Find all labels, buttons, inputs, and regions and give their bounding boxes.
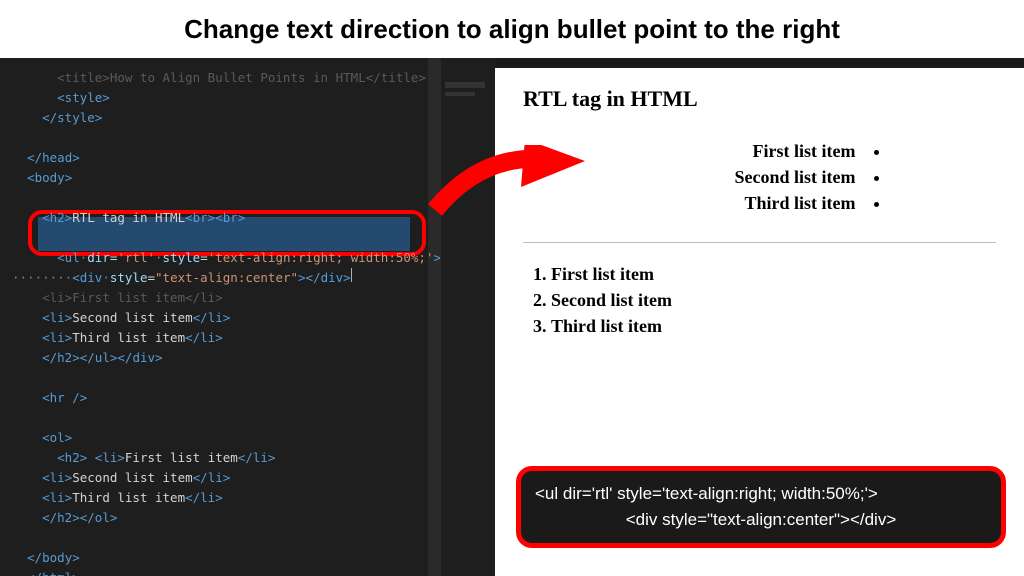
code-line: </h2></ul></div> [12, 348, 440, 368]
list-item: Third list item [625, 190, 862, 216]
code-line: <li>Third list item</li> [12, 328, 440, 348]
preview-heading: RTL tag in HTML [523, 86, 996, 112]
code-line: <li>First list item</li> [12, 288, 440, 308]
rtl-bullet-list: First list item Second list item Third l… [625, 138, 862, 216]
code-line: </html> [12, 568, 440, 576]
list-item: First list item [625, 138, 862, 164]
code-line-highlight-1: <ul·dir='rtl'·style='text-align:right; w… [12, 248, 440, 268]
list-item: Second list item [625, 164, 862, 190]
callout-line-1: <ul dir='rtl' style='text-align:right; w… [535, 481, 987, 507]
code-line [12, 408, 440, 428]
editor-minimap[interactable] [440, 58, 495, 576]
callout-line-2: <div style="text-align:center"></div> [535, 507, 987, 533]
list-item: Second list item [551, 287, 996, 313]
code-line: <h2>RTL tag in HTML<br><br> [12, 208, 440, 228]
code-line: <li>Third list item</li> [12, 488, 440, 508]
list-item: First list item [551, 261, 996, 287]
code-content: <title>How to Align Bullet Points in HTM… [12, 68, 440, 576]
code-line: <ol> [12, 428, 440, 448]
code-line: </body> [12, 548, 440, 568]
code-callout-box: <ul dir='rtl' style='text-align:right; w… [516, 466, 1006, 548]
code-line [12, 228, 440, 248]
minimap-hint [445, 92, 475, 96]
minimap-hint [445, 82, 485, 88]
code-line [12, 188, 440, 208]
code-line-highlight-2: ········<div·style="text-align:center"><… [12, 268, 440, 288]
code-line: <hr /> [12, 388, 440, 408]
list-item: Third list item [551, 313, 996, 339]
code-line: <li>Second list item</li> [12, 468, 440, 488]
preview-topbar [495, 58, 1024, 68]
code-line [12, 528, 440, 548]
code-line: <title>How to Align Bullet Points in HTM… [12, 68, 440, 88]
ordered-list: First list item Second list item Third l… [551, 261, 996, 339]
code-line: </head> [12, 148, 440, 168]
code-line: <style> [12, 88, 440, 108]
code-line [12, 128, 440, 148]
horizontal-rule [523, 242, 996, 243]
code-line: <body> [12, 168, 440, 188]
code-line: <li>Second list item</li> [12, 308, 440, 328]
page-title: Change text direction to align bullet po… [184, 14, 840, 45]
code-line: </style> [12, 108, 440, 128]
code-line: <h2> <li>First list item</li> [12, 448, 440, 468]
page-title-bar: Change text direction to align bullet po… [0, 0, 1024, 58]
code-line [12, 368, 440, 388]
preview-body: RTL tag in HTML First list item Second l… [495, 68, 1024, 340]
code-editor-pane: <title>How to Align Bullet Points in HTM… [0, 58, 440, 576]
code-line: </h2></ol> [12, 508, 440, 528]
